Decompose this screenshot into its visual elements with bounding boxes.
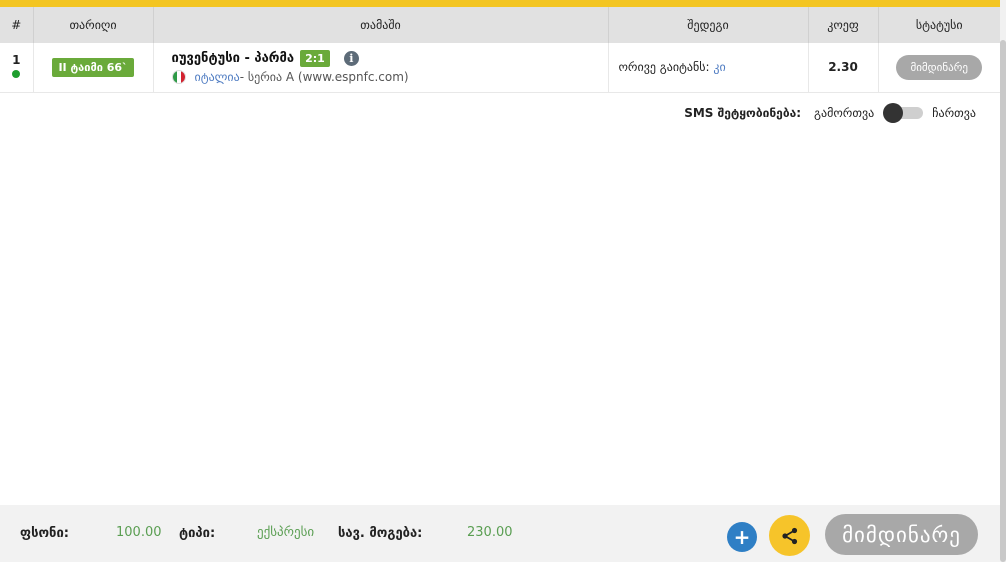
league-name: - სერია A (www.espnfc.com): [239, 70, 409, 85]
row-number: 1: [12, 53, 21, 68]
sms-toggle[interactable]: [883, 103, 924, 123]
possible-win-label: სავ. მოგება:: [338, 526, 423, 541]
accent-top-bar: [0, 0, 1000, 7]
share-icon: [781, 527, 797, 544]
toggle-knob: [883, 103, 904, 123]
status-button[interactable]: მიმდინარე: [896, 54, 983, 80]
event-label: ორივე გაიტანს:: [618, 60, 714, 75]
stake-value: 100.00: [116, 525, 162, 540]
share-button[interactable]: [769, 515, 810, 556]
type-value: ექსპრესი: [257, 525, 315, 540]
header-odds: კოეფ: [808, 7, 879, 43]
bet-status-button[interactable]: მიმდინარე: [825, 514, 978, 555]
header-date: თარიღი: [33, 7, 154, 43]
bet-summary-footer: ფსონი: 100.00 ტიპი: ექსპრესი სავ. მოგება…: [0, 505, 1000, 562]
header-game: თამაში: [153, 7, 609, 43]
country-link[interactable]: იტალია: [195, 70, 240, 84]
score-badge: 2:1: [300, 49, 330, 67]
add-button[interactable]: +: [727, 522, 757, 552]
bet-details-page: # თარიღი თამაში შედეგი კოეფ სტატუსი 1 II…: [0, 0, 1006, 562]
table-header-row: # თარიღი თამაში შედეგი კოეფ სტატუსი: [0, 7, 1000, 43]
event-pick: კი: [713, 60, 726, 75]
date-cell: II ტაიმი 66`: [33, 43, 154, 92]
row-number-cell: 1: [0, 43, 34, 92]
header-status: სტატუსი: [915, 18, 963, 32]
bets-table: # თარიღი თამაში შედეგი კოეფ სტატუსი 1 II…: [0, 7, 1000, 93]
stake-label: ფსონი:: [20, 526, 69, 541]
event-cell: ორივე გაიტანს: კი: [608, 43, 809, 92]
header-event: შედეგი: [608, 7, 809, 43]
possible-win-value: 230.00: [467, 525, 513, 540]
info-icon[interactable]: i: [343, 50, 359, 66]
header-num: #: [0, 7, 34, 43]
scrollbar-thumb[interactable]: [1000, 40, 1006, 562]
sms-off-label[interactable]: გამორთვა: [814, 106, 874, 120]
odds-cell: 2.30: [808, 43, 879, 92]
match-teams: იუვენტუსი - პარმა: [171, 50, 295, 66]
game-cell: იუვენტუსი - პარმა 2:1 i იტალია - სერია A…: [153, 43, 609, 92]
status-cell: მიმდინარე: [878, 43, 1000, 92]
type-label: ტიპი:: [179, 526, 216, 541]
live-indicator-icon: [12, 70, 21, 79]
match-period-badge: II ტაიმი 66`: [52, 57, 134, 77]
table-row: 1 II ტაიმი 66` იუვენტუსი - პარმა 2:1 i ი…: [0, 43, 1000, 92]
italy-flag-icon: [171, 70, 186, 85]
sms-label: SMS შეტყობინება:: [684, 106, 802, 120]
sms-notification-row: SMS შეტყობინება: გამორთვა ჩართვა: [684, 103, 976, 123]
sms-on-label[interactable]: ჩართვა: [932, 106, 976, 120]
vertical-scrollbar[interactable]: [1000, 0, 1006, 562]
plus-icon: +: [733, 525, 751, 549]
